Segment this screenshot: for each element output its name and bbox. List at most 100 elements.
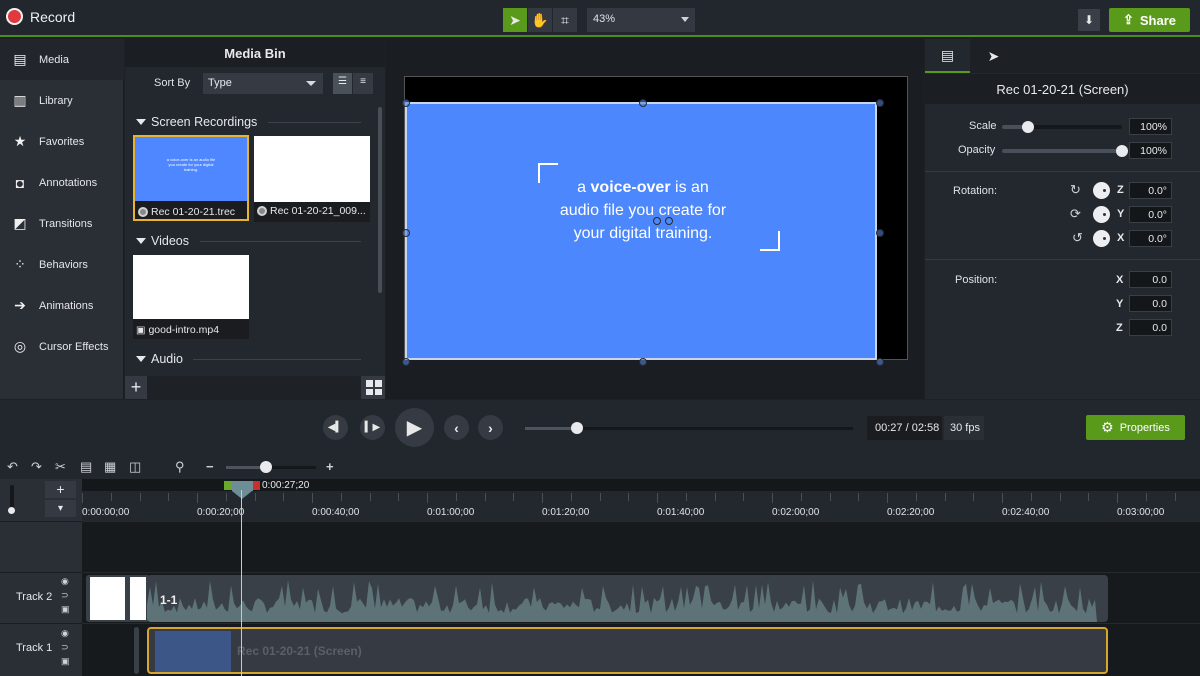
rotation-x-input[interactable]: 0.0° — [1129, 230, 1172, 247]
ruler-tick — [255, 493, 256, 501]
resize-handle[interactable] — [876, 358, 884, 366]
resize-handle[interactable] — [639, 358, 647, 366]
sort-ascending-button[interactable]: ☰ — [333, 73, 352, 94]
rotation-z-input[interactable]: 0.0° — [1129, 182, 1172, 199]
sidebar-item-animations[interactable]: ➔ Animations — [0, 285, 124, 326]
playback-scrubber[interactable] — [525, 422, 853, 434]
sidebar-item-library[interactable]: ▥ Library — [0, 80, 124, 121]
position-z-input[interactable]: 0.0 — [1129, 319, 1172, 336]
sidebar-item-media[interactable]: ▤ Media — [0, 39, 124, 80]
redo-icon[interactable]: ↷ — [31, 459, 42, 475]
properties-panel: ▤ ➤ Rec 01-20-21 (Screen) Scale 100% Opa… — [925, 39, 1200, 399]
opacity-input[interactable]: 100% — [1129, 142, 1172, 159]
download-button[interactable]: ⬇ — [1078, 9, 1100, 31]
pan-tool-button[interactable]: ✋ — [528, 8, 552, 32]
rotation-x-dial[interactable] — [1093, 230, 1110, 247]
resize-handle[interactable] — [876, 99, 884, 107]
playhead-line[interactable] — [241, 490, 242, 676]
sidebar-item-transitions[interactable]: ◩ Transitions — [0, 203, 124, 244]
scrubber-knob[interactable] — [571, 422, 584, 434]
rotation-z-dial[interactable] — [1093, 182, 1110, 199]
sidebar-item-behaviors[interactable]: ⁘ Behaviors — [0, 244, 124, 285]
select-tool-button[interactable]: ➤ — [503, 8, 527, 32]
undo-icon[interactable]: ↶ — [7, 459, 18, 475]
step-forward-icon: ▍▶ — [364, 422, 381, 433]
resize-handle[interactable] — [402, 99, 410, 107]
magnet-icon[interactable]: ⊃ — [61, 590, 69, 601]
anchor-handle[interactable] — [665, 217, 673, 225]
lock-icon[interactable]: ▣ — [61, 604, 70, 615]
lock-icon[interactable]: ▣ — [61, 656, 70, 667]
position-x-input[interactable]: 0.0 — [1129, 271, 1172, 288]
position-y-input[interactable]: 0.0 — [1129, 295, 1172, 312]
timeline-ruler[interactable]: 0:00:27;20 0:00:00;00 0:00:20;00 0:00:40;0… — [82, 479, 1200, 521]
sidebar-item-cursor-effects[interactable]: ◎ Cursor Effects — [0, 326, 124, 367]
ruler-tick — [370, 493, 371, 501]
scale-slider[interactable] — [1002, 121, 1122, 133]
section-screen-recordings[interactable]: Screen Recordings — [136, 115, 257, 129]
resize-handle[interactable] — [639, 99, 647, 107]
play-button[interactable]: ▶ — [395, 408, 434, 447]
resize-handle[interactable] — [876, 229, 884, 237]
copy-icon[interactable]: ▤ — [80, 459, 92, 475]
next-marker-button[interactable]: › — [478, 415, 503, 440]
eye-icon[interactable]: ◉ — [61, 576, 69, 587]
crop-tool-button[interactable]: ⌗ — [553, 8, 577, 32]
sort-by-dropdown[interactable]: Type — [203, 73, 323, 94]
media-caption: Rec 01-20-21.trec — [138, 206, 235, 218]
magnet-icon[interactable]: ⊃ — [61, 642, 69, 653]
opacity-slider-knob[interactable] — [1116, 145, 1128, 157]
section-audio[interactable]: Audio — [136, 352, 183, 366]
grid-view-button[interactable] — [361, 376, 385, 399]
media-bin-scrollbar[interactable] — [378, 107, 382, 293]
clip-edge-handle[interactable] — [134, 627, 139, 674]
record-button[interactable]: Record — [6, 8, 75, 25]
sort-descending-button[interactable]: ≡ — [353, 73, 373, 94]
playhead-handle[interactable] — [224, 481, 260, 499]
ruler-tick-label: 0:02:00;00 — [772, 507, 820, 518]
scale-slider-knob[interactable] — [1022, 121, 1035, 133]
zoom-in-icon[interactable]: + — [326, 459, 334, 474]
share-button[interactable]: ⇪ Share — [1109, 8, 1190, 32]
add-media-button[interactable]: + — [125, 376, 147, 399]
cut-icon[interactable]: ✂ — [55, 459, 66, 475]
tab-visual-properties[interactable]: ▤ — [925, 39, 970, 73]
zoom-value: 43% — [593, 13, 616, 25]
audio-clip[interactable]: 1-1 — [147, 575, 1108, 622]
properties-button[interactable]: ⚙ Properties — [1086, 415, 1185, 440]
rotation-y-input[interactable]: 0.0° — [1129, 206, 1172, 223]
add-track-button[interactable]: + — [45, 481, 76, 498]
media-item-good-intro[interactable]: ▣ good-intro.mp4 — [133, 255, 249, 339]
timeline-zoom-knob[interactable] — [260, 461, 272, 473]
media-item-rec-009[interactable]: Rec 01-20-21_009... — [254, 136, 370, 222]
canvas-selected-clip[interactable]: a voice-over is an audio file you create… — [402, 99, 884, 366]
split-icon[interactable]: ◫ — [129, 459, 141, 475]
timeline-zoom-slider[interactable] — [226, 461, 316, 473]
clip-group[interactable] — [86, 575, 150, 622]
resize-handle[interactable] — [402, 358, 410, 366]
rotation-handle[interactable] — [653, 217, 661, 225]
section-videos[interactable]: Videos — [136, 234, 189, 248]
media-item-rec-trec[interactable]: a voice-over is an audio file you create… — [133, 135, 249, 221]
sidebar-item-annotations[interactable]: ◘ Annotations — [0, 162, 124, 203]
zoom-dropdown[interactable]: 43% — [587, 8, 695, 32]
rotation-y-dial[interactable] — [1093, 206, 1110, 223]
search-icon[interactable]: ⚲ — [175, 459, 185, 475]
paste-icon[interactable]: ▦ — [104, 459, 116, 475]
track-options-button[interactable]: ▾ — [45, 500, 76, 517]
fps-display[interactable]: 30 fps — [944, 416, 984, 440]
track-height-knob[interactable] — [8, 507, 15, 514]
zoom-out-icon[interactable]: − — [206, 459, 214, 474]
tab-cursor-properties[interactable]: ➤ — [971, 39, 1016, 73]
scale-input[interactable]: 100% — [1129, 118, 1172, 135]
previous-marker-button[interactable]: ‹ — [444, 415, 469, 440]
clip-thumbnail — [155, 631, 231, 672]
ruler-tick — [226, 493, 227, 501]
step-forward-button[interactable]: ▍▶ — [360, 415, 385, 440]
opacity-slider[interactable] — [1002, 145, 1128, 157]
sidebar-item-favorites[interactable]: ★ Favorites — [0, 121, 124, 162]
screen-recording-clip[interactable]: Rec 01-20-21 (Screen) — [147, 627, 1108, 674]
eye-icon[interactable]: ◉ — [61, 628, 69, 639]
step-back-button[interactable]: ◀▍ — [323, 415, 348, 440]
resize-handle[interactable] — [402, 229, 410, 237]
